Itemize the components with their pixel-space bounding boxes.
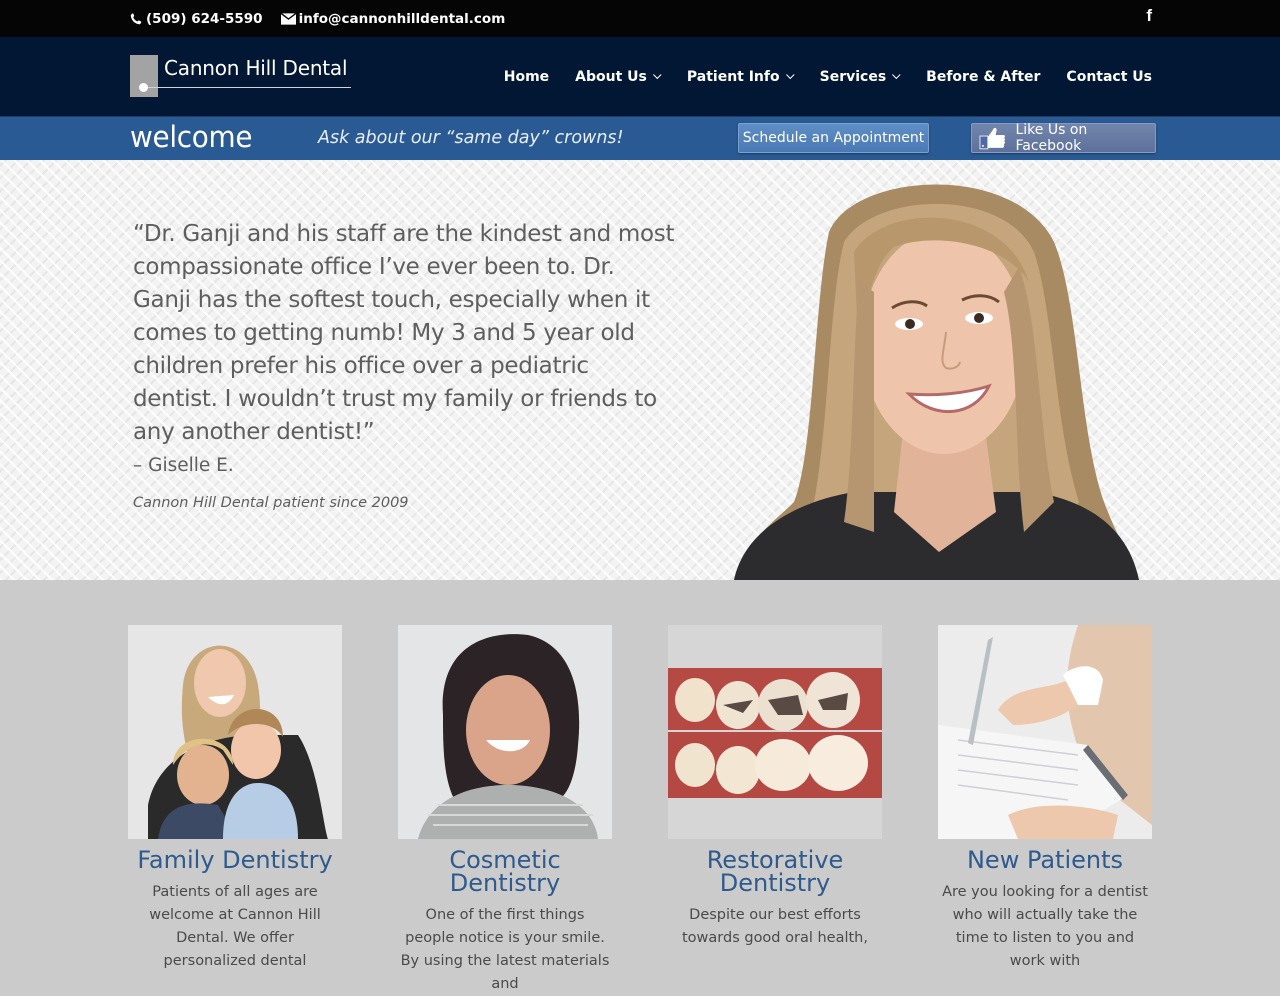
testimonial-hero: “Dr. Ganji and his staff are the kindest…	[0, 160, 1280, 580]
phone-icon	[130, 12, 142, 24]
logo[interactable]: Cannon Hill Dental	[130, 55, 352, 97]
chevron-down-icon	[652, 70, 662, 79]
welcome-title: welcome	[130, 120, 253, 154]
top-bar: (509) 624-5590 info@cannonhilldental.com…	[0, 0, 1280, 37]
facebook-icon[interactable]: f	[1146, 6, 1152, 26]
service-title[interactable]: New Patients	[938, 848, 1152, 872]
nav-contact-us[interactable]: Contact Us	[1066, 69, 1152, 85]
chevron-down-icon	[785, 70, 795, 79]
nav-before-after[interactable]: Before & After	[926, 69, 1040, 85]
button-label: Schedule an Appointment	[742, 130, 925, 146]
service-description: Are you looking for a dentist who will a…	[942, 884, 1148, 969]
woman-smiling-photo[interactable]	[398, 625, 612, 839]
welcome-bar: welcome Ask about our “same day” crowns!…	[0, 116, 1280, 160]
testimonial-quote: “Dr. Ganji and his staff are the kindest…	[133, 221, 675, 445]
service-description: One of the first things people notice is…	[400, 907, 610, 992]
site-header: Cannon Hill Dental Home About Us Patient…	[0, 37, 1280, 116]
nav-patient-info[interactable]: Patient Info	[686, 68, 795, 85]
logo-underline	[148, 87, 351, 88]
nav-label: Home	[503, 68, 550, 85]
logo-dot	[139, 83, 148, 92]
service-title[interactable]: Restorative Dentistry	[705, 848, 845, 895]
nav-label: Services	[819, 68, 887, 85]
email-link[interactable]: info@cannonhilldental.com	[280, 10, 506, 27]
testimonial-author: – Giselle E.	[133, 455, 234, 476]
smiling-woman-photo	[734, 184, 1139, 580]
service-description: Despite our best efforts towards good or…	[681, 907, 868, 946]
service-card-restorative: Restorative Dentistry Despite our best e…	[668, 625, 882, 950]
teeth-fillings-photo[interactable]	[668, 625, 882, 839]
email-address: info@cannonhilldental.com	[298, 10, 506, 27]
family-photo[interactable]	[128, 625, 342, 839]
nav-label: Before & After	[926, 68, 1041, 85]
service-description: Patients of all ages are welcome at Cann…	[149, 884, 321, 969]
button-label: Like Us on Facebook	[1015, 122, 1088, 154]
main-nav: Home About Us Patient Info Services Befo…	[504, 37, 1152, 116]
thumbs-up-icon	[979, 127, 1006, 150]
testimonial-since: Cannon Hill Dental patient since 2009	[133, 495, 409, 511]
logo-text: Cannon Hill Dental	[164, 56, 348, 80]
nav-home[interactable]: Home	[504, 69, 549, 85]
nav-about-us[interactable]: About Us	[575, 68, 662, 85]
service-title[interactable]: Family Dentistry	[128, 848, 342, 872]
service-card-cosmetic: Cosmetic Dentistry One of the first thin…	[398, 625, 612, 996]
phone-number: (509) 624-5590	[146, 10, 263, 27]
service-title[interactable]: Cosmetic Dentistry	[398, 848, 612, 895]
nav-label: About Us	[575, 68, 647, 85]
envelope-icon	[280, 12, 296, 25]
nav-label: Patient Info	[686, 68, 780, 85]
patient-form-photo[interactable]	[938, 625, 1152, 839]
promo-text: Ask about our “same day” crowns!	[318, 128, 624, 148]
facebook-like-button[interactable]: Like Us on Facebook	[971, 122, 1156, 154]
phone-link[interactable]: (509) 624-5590	[130, 11, 263, 27]
nav-services[interactable]: Services	[820, 69, 901, 85]
service-card-new-patients: New Patients Are you looking for a denti…	[938, 625, 1152, 973]
service-card-family: Family Dentistry Patients of all ages ar…	[128, 625, 342, 973]
schedule-appointment-button[interactable]: Schedule an Appointment	[738, 123, 929, 153]
chevron-down-icon	[892, 70, 901, 79]
services-section: Family Dentistry Patients of all ages ar…	[0, 580, 1280, 992]
nav-label: Contact Us	[1066, 68, 1152, 85]
